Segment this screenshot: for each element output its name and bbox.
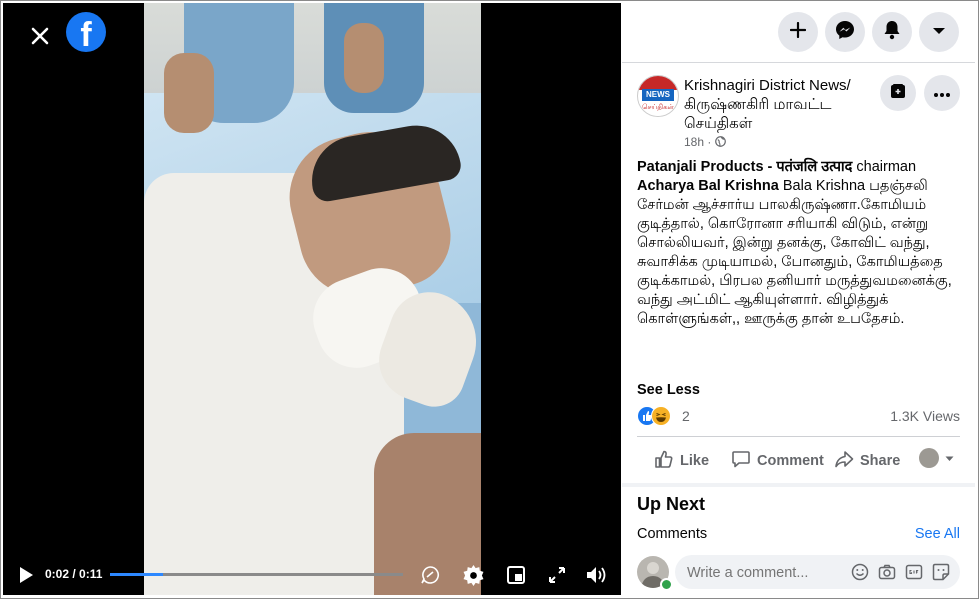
page-name-link[interactable]: Krishnagiri District News/ கிருஷ்ணகிரி ம…	[684, 76, 884, 133]
play-icon[interactable]	[18, 566, 34, 589]
post-timestamp[interactable]: 18h ·	[684, 135, 726, 149]
time-display: 0:02 / 0:11	[45, 567, 103, 581]
comment-composer[interactable]	[675, 555, 960, 591]
gear-icon[interactable]	[463, 565, 484, 591]
bell-icon	[883, 20, 901, 45]
more-icon	[934, 84, 950, 102]
miniplayer-icon[interactable]	[507, 566, 525, 589]
emoji-icon[interactable]	[851, 563, 869, 581]
save-post-button[interactable]	[880, 75, 916, 111]
comment-button[interactable]: Comment	[731, 449, 824, 473]
comment-input[interactable]	[685, 555, 839, 591]
top-bar	[622, 3, 975, 63]
like-icon	[654, 449, 674, 473]
more-options-button[interactable]	[924, 75, 960, 111]
up-next-heading: Up Next	[637, 494, 706, 514]
post-panel: NEWS செய்திகள் Krishnagiri District News…	[622, 3, 975, 595]
progress-fill	[110, 573, 163, 576]
gif-icon[interactable]	[905, 563, 923, 581]
caret-down-icon	[932, 23, 946, 41]
page-avatar[interactable]: NEWS செய்திகள்	[637, 75, 679, 117]
facebook-logo-icon[interactable]: f	[66, 12, 106, 52]
close-icon[interactable]	[25, 21, 55, 51]
comments-heading: Comments	[637, 526, 708, 542]
account-menu-button[interactable]	[919, 12, 959, 52]
captions-icon[interactable]	[420, 565, 440, 590]
section-divider	[622, 483, 975, 487]
notifications-button[interactable]	[872, 12, 912, 52]
haha-reaction-icon	[651, 406, 671, 426]
video-controls: 0:02 / 0:11	[3, 553, 621, 595]
see-less-link[interactable]: See Less	[637, 382, 700, 398]
messenger-icon	[835, 20, 855, 45]
react-as-selector[interactable]	[919, 448, 954, 468]
globe-icon	[714, 135, 726, 149]
profile-mini-avatar	[919, 448, 939, 468]
post-body: Patanjali Products - पतंजलि उत्पाद chair…	[637, 159, 952, 327]
video-player[interactable]: f 0:02 / 0:11	[3, 3, 621, 595]
camera-icon[interactable]	[878, 563, 896, 581]
messenger-button[interactable]	[825, 12, 865, 52]
caret-down-icon	[945, 450, 954, 466]
save-icon	[890, 83, 906, 104]
comment-icon	[731, 449, 751, 473]
view-count: 1.3K Views	[890, 408, 960, 424]
plus-icon	[789, 21, 807, 43]
divider	[622, 62, 975, 63]
like-button[interactable]: Like	[654, 449, 709, 473]
fullscreen-icon[interactable]	[548, 566, 566, 589]
create-button[interactable]	[778, 12, 818, 52]
video-frame[interactable]	[144, 3, 481, 595]
see-all-link[interactable]: See All	[915, 526, 960, 542]
sticker-icon[interactable]	[932, 563, 950, 581]
volume-icon[interactable]	[585, 565, 607, 590]
progress-bar[interactable]	[110, 573, 403, 576]
share-button[interactable]: Share	[834, 449, 900, 473]
share-icon	[834, 449, 854, 473]
online-status-dot	[660, 578, 673, 591]
post-actions: Like Comment Share	[637, 436, 960, 483]
